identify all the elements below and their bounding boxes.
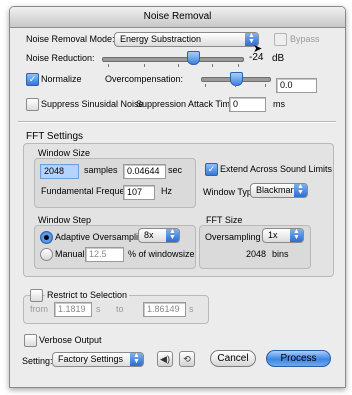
popup-arrows-icon: ▲ ▼ (166, 228, 179, 242)
verbose-output-checkbox[interactable] (24, 334, 37, 347)
restrict-selection-checkbox[interactable] (30, 289, 43, 302)
fundamental-frequency-unit: Hz (161, 186, 172, 196)
window-step-title: Window Step (38, 215, 92, 225)
noise-removal-mode-value: Energy Substraction (120, 34, 202, 44)
fundamental-frequency-field[interactable]: 107 (123, 185, 155, 200)
suppression-attack-label: Suppression Attack Time (136, 99, 236, 109)
noise-reduction-slider-track[interactable] (102, 57, 244, 62)
normalize-checkbox[interactable]: ✓ (26, 73, 39, 86)
fft-settings-title: FFT Settings (26, 131, 84, 142)
slider-tick (235, 84, 236, 87)
noise-removal-mode-label: Noise Removal Mode: (26, 34, 115, 44)
window-type-popup[interactable]: Blackman ▲ ▼ (250, 183, 308, 198)
window-size-samples-unit: samples (84, 165, 118, 175)
slider-tick (265, 84, 266, 87)
fft-oversampling-popup[interactable]: 1x ▲ ▼ (262, 228, 304, 243)
adaptive-oversampling-popup[interactable]: 8x ▲ ▼ (138, 228, 180, 243)
noise-reduction-label: Noise Reduction: (26, 53, 95, 63)
preview-speaker-button[interactable]: ◀) (157, 351, 173, 367)
checkmark-icon: ✓ (28, 74, 37, 84)
overcompensation-slider-thumb[interactable] (230, 72, 243, 86)
adaptive-oversampling-radio[interactable] (40, 231, 53, 244)
overcompensation-label: Overcompensation: (105, 74, 184, 84)
manual-step-radio[interactable] (40, 248, 53, 261)
suppress-sinusoidal-checkbox[interactable] (26, 98, 39, 111)
restrict-to-unit: s (189, 304, 194, 314)
fft-oversampling-label: Oversampling (205, 232, 261, 242)
manual-step-label: Manual (55, 249, 85, 259)
setting-label: Setting: (22, 356, 53, 366)
suppression-attack-field[interactable]: 0 (229, 97, 266, 112)
noise-removal-mode-popup[interactable]: Energy Substraction ▲ ▼ (114, 32, 259, 47)
window-type-label: Window Type (203, 187, 257, 197)
manual-step-unit: % of windowsize (128, 249, 195, 259)
fft-bins-unit: bins (272, 249, 289, 259)
separator (18, 121, 336, 123)
slider-tick (238, 64, 239, 67)
slider-tick (144, 64, 145, 67)
slider-tick (212, 64, 213, 67)
noise-reduction-value: -24 (249, 52, 264, 63)
slider-tick (178, 64, 179, 67)
noise-reduction-slider-thumb[interactable] (187, 51, 200, 65)
suppress-sinusoidal-label: Suppress Sinusidal Noise (41, 99, 144, 109)
popup-arrows-icon: ▲ ▼ (290, 228, 303, 242)
setting-preset-popup[interactable]: Factory Settings ▲ ▼ (52, 352, 144, 367)
restrict-to-label: to (116, 304, 124, 314)
adaptive-oversampling-value: 8x (144, 230, 154, 240)
popup-arrows-icon: ▲ ▼ (294, 183, 307, 197)
loop-button[interactable]: ⟲ (179, 351, 195, 367)
fft-size-title: FFT Size (206, 215, 243, 225)
slider-tick (108, 64, 109, 67)
noise-reduction-unit: dB (272, 53, 285, 64)
extend-across-limits-checkbox[interactable]: ✓ (205, 163, 218, 176)
fft-bins-value: 2048 (246, 249, 267, 259)
normalize-label: Normalize (41, 74, 82, 84)
bypass-label: Bypass (290, 34, 320, 44)
restrict-to-field[interactable]: 1.86149 (143, 302, 186, 317)
suppression-attack-unit: ms (273, 99, 285, 109)
window-size-seconds-unit: sec (168, 165, 183, 175)
restrict-from-unit: s (96, 304, 101, 314)
restrict-selection-label: Restrict to Selection (45, 290, 130, 300)
window-type-value: Blackman (256, 185, 296, 195)
window-size-samples-field[interactable]: 2048 (40, 164, 79, 179)
manual-step-field[interactable]: 12.5 (85, 247, 124, 262)
restrict-from-label: from (30, 304, 48, 314)
window-title: Noise Removal (10, 7, 345, 28)
process-button[interactable]: Process (266, 350, 331, 367)
verbose-output-label: Verbose Output (39, 335, 102, 345)
loop-icon: ⟲ (183, 354, 191, 364)
window-size-title: Window Size (38, 148, 91, 158)
bypass-checkbox[interactable] (274, 33, 287, 46)
popup-arrows-icon: ▲ ▼ (130, 352, 143, 366)
checkmark-icon: ✓ (207, 164, 216, 174)
setting-preset-value: Factory Settings (58, 354, 124, 364)
speaker-icon: ◀) (160, 354, 170, 364)
fft-oversampling-value: 1x (268, 230, 278, 240)
slider-tick (205, 84, 206, 87)
restrict-from-field[interactable]: 1.1819 (54, 302, 92, 317)
window-size-seconds-field[interactable]: 0.04644 (123, 164, 166, 179)
extend-across-limits-label: Extend Across Sound Limits (220, 164, 333, 174)
noise-removal-window: Noise Removal Noise Removal Mode: Energy… (9, 6, 346, 388)
overcompensation-field[interactable]: 0.0 (276, 78, 317, 93)
adaptive-oversampling-label: Adaptive Oversampling (55, 232, 149, 242)
cancel-button[interactable]: Cancel (210, 350, 256, 367)
